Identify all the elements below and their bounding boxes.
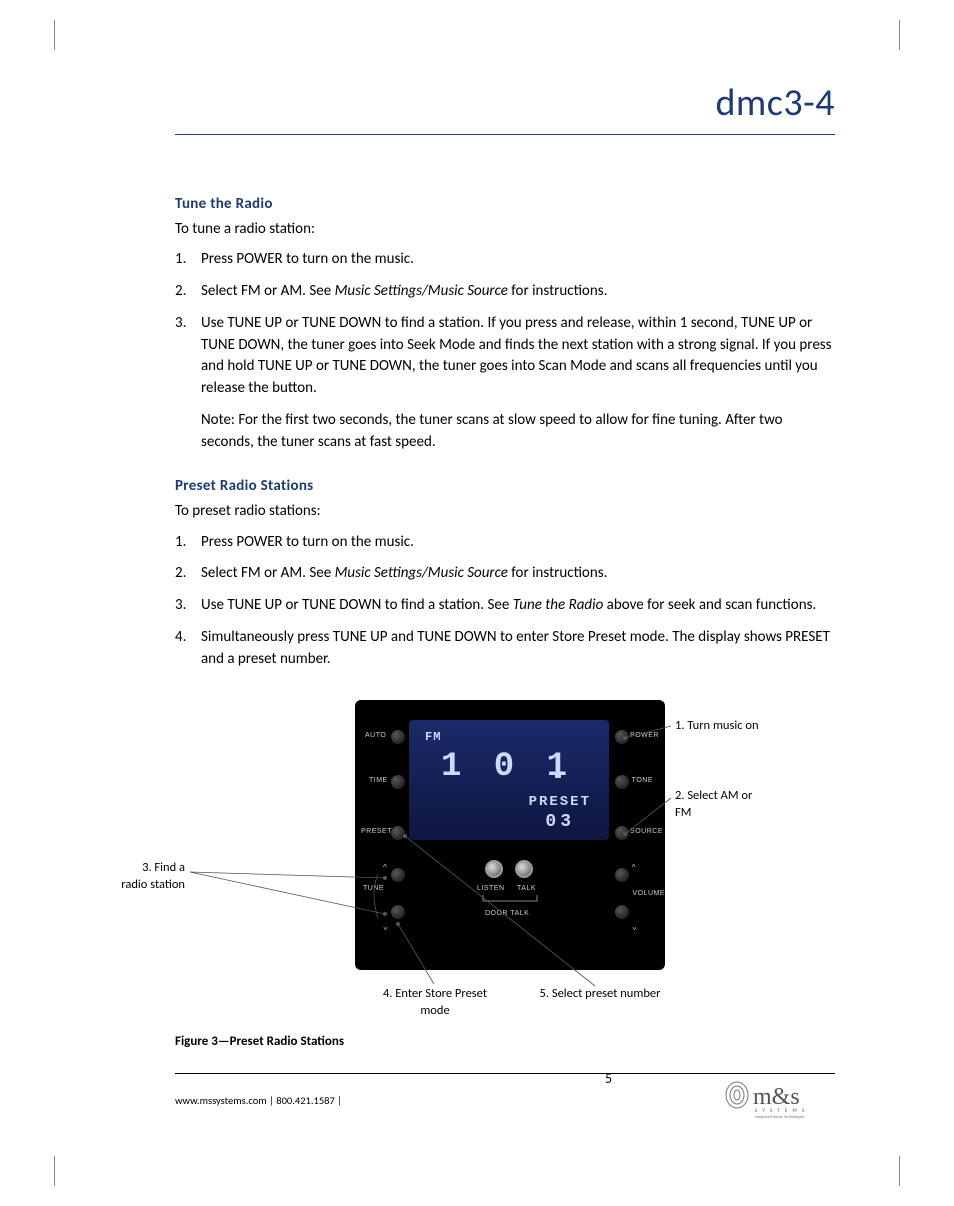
callout-1: 1. Turn music on xyxy=(675,718,759,734)
power-button[interactable] xyxy=(615,730,629,744)
section-heading-tune: Tune the Radio xyxy=(175,195,835,213)
step-ref: Music Settings/Music Source xyxy=(335,564,508,582)
source-button[interactable] xyxy=(615,826,629,840)
step-text: for instructions. xyxy=(508,282,608,300)
talk-label: TALK xyxy=(517,885,536,892)
callout-3: 3. Find a radio station xyxy=(85,860,185,893)
list-item: Use TUNE UP or TUNE DOWN to find a stati… xyxy=(175,313,835,454)
callout-5: 5. Select preset number xyxy=(520,986,680,1002)
frequency-readout: 1 0 1 xyxy=(441,748,573,786)
tune-down-button[interactable] xyxy=(391,905,405,919)
time-label: TIME xyxy=(369,777,388,784)
section-heading-preset: Preset Radio Stations xyxy=(175,477,835,495)
step-text: for instructions. xyxy=(508,564,608,582)
brand-sub: S Y S T E M S xyxy=(755,1108,806,1114)
chevron-up-icon: ^ xyxy=(632,863,636,872)
footer-info: www.mssystems.com | 800.421.1587 | xyxy=(175,1094,342,1107)
step-text: Press POWER to turn on the music. xyxy=(201,533,414,551)
step-text: Select FM or AM. See xyxy=(201,564,335,582)
callout-text: 4. Enter Store Preset xyxy=(383,986,487,1001)
doortalk-label: DOOR TALK xyxy=(485,910,529,917)
tone-label: TONE xyxy=(632,777,653,784)
page-number: 5 xyxy=(605,1070,612,1087)
volume-down-button[interactable] xyxy=(615,905,629,919)
step-note: Note: For the first two seconds, the tun… xyxy=(201,410,835,454)
callout-4: 4. Enter Store Preset mode xyxy=(365,986,505,1019)
volume-up-button[interactable] xyxy=(615,868,629,882)
volume-label: VOLUME xyxy=(632,890,665,897)
preset-btn-label: PRESET xyxy=(361,828,392,835)
step-ref: Music Settings/Music Source xyxy=(335,282,508,300)
preset-label: PRESET xyxy=(529,794,591,810)
talk-button[interactable] xyxy=(515,860,533,878)
list-item: Select FM or AM. See Music Settings/Musi… xyxy=(175,281,835,303)
brand-logo: m&s S Y S T E M S Integrated Home Techno… xyxy=(725,1079,835,1122)
decimal-dot xyxy=(555,772,561,778)
preset-button[interactable] xyxy=(391,826,405,840)
step-ref: Tune the Radio xyxy=(513,596,604,614)
tune-up-button[interactable] xyxy=(391,868,405,882)
preset-number: 03 xyxy=(545,812,575,832)
tone-button[interactable] xyxy=(615,775,629,789)
tune-steps-list: Press POWER to turn on the music. Select… xyxy=(175,249,835,453)
preset-steps-list: Press POWER to turn on the music. Select… xyxy=(175,532,835,671)
list-item: Simultaneously press TUNE UP and TUNE DO… xyxy=(175,627,835,671)
page-footer: www.mssystems.com | 800.421.1587 | 5 m&s… xyxy=(175,1073,835,1122)
figure-3: FM 1 0 1 PRESET 03 AUTO TIME PRESET POWE… xyxy=(175,700,835,1030)
brand-main: m&s xyxy=(753,1084,800,1110)
callout-text: 3. Find a xyxy=(142,860,185,875)
intro-text: To tune a radio station: xyxy=(175,219,835,239)
figure-caption: Figure 3—Preset Radio Stations xyxy=(175,1034,835,1049)
chevron-up-icon: ^ xyxy=(383,863,387,872)
power-label: POWER xyxy=(630,732,659,739)
callout-2: 2. Select AM or FM xyxy=(675,788,752,821)
auto-button[interactable] xyxy=(391,730,405,744)
band-indicator: FM xyxy=(425,730,441,744)
callout-text: 2. Select AM or xyxy=(675,788,752,803)
step-text: above for seek and scan functions. xyxy=(603,596,816,614)
step-text: Select FM or AM. See xyxy=(201,282,335,300)
list-item: Select FM or AM. See Music Settings/Musi… xyxy=(175,563,835,585)
list-item: Use TUNE UP or TUNE DOWN to find a stati… xyxy=(175,595,835,617)
list-item: Press POWER to turn on the music. xyxy=(175,532,835,554)
listen-label: LISTEN xyxy=(477,885,505,892)
tune-label: TUNE xyxy=(363,885,384,892)
step-text: Use TUNE UP or TUNE DOWN to find a stati… xyxy=(201,314,832,397)
listen-button[interactable] xyxy=(485,860,503,878)
chevron-down-icon: ^ xyxy=(383,922,387,931)
chevron-down-icon: ^ xyxy=(632,922,636,931)
lcd-display: FM 1 0 1 PRESET 03 xyxy=(409,720,609,840)
intro-text: To preset radio stations: xyxy=(175,501,835,521)
step-text: Press POWER to turn on the music. xyxy=(201,250,414,268)
list-item: Press POWER to turn on the music. xyxy=(175,249,835,271)
step-text: Simultaneously press TUNE UP and TUNE DO… xyxy=(201,628,830,668)
auto-label: AUTO xyxy=(365,732,386,739)
step-text: Use TUNE UP or TUNE DOWN to find a stati… xyxy=(201,596,513,614)
device-panel: FM 1 0 1 PRESET 03 AUTO TIME PRESET POWE… xyxy=(355,700,665,970)
source-label: SOURCE xyxy=(630,828,663,835)
callout-text: mode xyxy=(420,1003,449,1018)
time-button[interactable] xyxy=(391,775,405,789)
brand-tag: Integrated Home Technologies xyxy=(755,1115,805,1119)
product-title: dmc3-4 xyxy=(175,80,835,135)
callout-text: radio station xyxy=(121,877,185,892)
callout-text: FM xyxy=(675,805,691,820)
